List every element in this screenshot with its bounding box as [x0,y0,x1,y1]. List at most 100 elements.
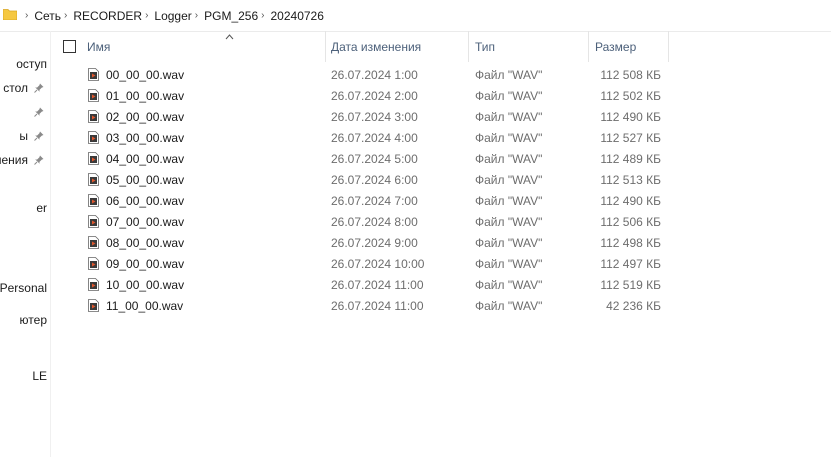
wav-file-icon [88,173,99,186]
file-row[interactable]: 01_00_00.wav 26.07.2024 2:00 Файл "WAV" 112… [51,85,831,106]
file-row[interactable]: 05_00_00.wav 26.07.2024 6:00 Файл "WAV" 112… [51,169,831,190]
file-size: 112 508 КБ [600,67,661,82]
pin-icon[interactable] [34,83,44,93]
breadcrumb-item[interactable]: › PGM_256 [192,9,258,23]
file-date: 26.07.2024 4:00 [331,130,418,145]
chevron-right-icon[interactable]: › [64,10,67,21]
select-all-checkbox[interactable] [63,40,76,53]
file-type: Файл "WAV" [475,193,543,208]
column-name[interactable]: Имя [87,31,234,62]
file-name: 02_00_00.wav [106,109,185,124]
file-row[interactable]: 00_00_00.wav 26.07.2024 1:00 Файл "WAV" 112… [51,64,831,85]
file-name: 06_00_00.wav [106,193,185,208]
breadcrumb-item[interactable]: › Logger [142,9,192,23]
nav-item[interactable]: ютер [0,311,50,331]
column-divider[interactable] [325,31,326,62]
file-row[interactable]: 03_00_00.wav 26.07.2024 4:00 Файл "WAV" 112… [51,127,831,148]
column-size-label: Размер [595,39,637,54]
file-type: Файл "WAV" [475,151,543,166]
file-name: 08_00_00.wav [106,235,185,250]
chevron-right-icon[interactable]: › [261,10,264,21]
wav-file-icon [88,194,99,207]
file-row[interactable]: 07_00_00.wav 26.07.2024 8:00 Файл "WAV" 112… [51,211,831,232]
file-type: Файл "WAV" [475,130,543,145]
nav-item[interactable] [0,103,50,123]
column-type[interactable]: Тип [475,31,495,62]
nav-item-label: стол [3,81,28,95]
nav-item[interactable]: оступ [0,55,50,75]
wav-file-icon [88,152,99,165]
wav-file-icon [88,299,99,312]
file-date: 26.07.2024 1:00 [331,67,418,82]
file-row[interactable]: 02_00_00.wav 26.07.2024 3:00 Файл "WAV" 112… [51,106,831,127]
file-date: 26.07.2024 11:00 [331,298,424,313]
wav-file-icon [88,68,99,81]
nav-item[interactable]: er [0,199,50,219]
file-date: 26.07.2024 10:00 [331,256,425,271]
breadcrumb-label: Сеть [34,8,62,23]
column-divider[interactable] [588,31,589,62]
column-type-label: Тип [475,39,496,54]
file-row[interactable]: 04_00_00.wav 26.07.2024 5:00 Файл "WAV" 112… [51,148,831,169]
file-name: 09_00_00.wav [106,256,185,271]
file-row[interactable]: 08_00_00.wav 26.07.2024 9:00 Файл "WAV" 112… [51,232,831,253]
file-size: 42 236 КБ [606,298,661,313]
breadcrumb-item[interactable]: › Сеть [22,9,61,23]
wav-file-icon [88,89,99,102]
breadcrumb-label: RECORDER [73,8,143,23]
pin-icon[interactable] [34,131,44,141]
file-row[interactable]: 11_00_00.wav 26.07.2024 11:00 Файл "WAV" 42… [51,295,831,316]
column-date[interactable]: Дата изменения [331,31,421,62]
file-date: 26.07.2024 5:00 [331,151,418,166]
chevron-right-icon[interactable]: › [25,10,28,21]
address-bar[interactable]: › Сеть › RECORDER › Logger › PGM_256 › 20240726 [0,0,831,32]
pin-icon[interactable] [34,107,44,117]
file-size: 112 490 КБ [600,193,661,208]
breadcrumb-item[interactable]: › RECORDER [61,9,142,23]
wav-file-icon [88,110,99,123]
file-date: 26.07.2024 6:00 [331,172,418,187]
file-row[interactable]: 06_00_00.wav 26.07.2024 7:00 Файл "WAV" 112… [51,190,831,211]
breadcrumb-label: 20240726 [270,8,324,23]
file-size: 112 497 КБ [600,256,661,271]
pin-icon[interactable] [34,155,44,165]
file-date: 26.07.2024 9:00 [331,235,418,250]
file-size: 112 527 КБ [600,130,661,145]
file-name: 11_00_00.wav [106,298,184,313]
file-date: 26.07.2024 11:00 [331,277,424,292]
nav-item[interactable]: ы [0,127,50,147]
nav-item[interactable]: стол [0,79,50,99]
column-size[interactable]: Размер [595,31,636,62]
nav-item[interactable]: LE [0,367,50,387]
wav-file-icon [88,215,99,228]
breadcrumb: › Сеть › RECORDER › Logger › PGM_256 › 20240726 [22,0,324,31]
column-divider[interactable] [668,31,669,62]
nav-item-label: ы [19,129,28,143]
file-type: Файл "WAV" [475,235,543,250]
nav-item-label: нения [0,153,28,167]
column-date-label: Дата изменения [331,39,422,54]
file-date: 26.07.2024 8:00 [331,214,418,229]
file-type: Файл "WAV" [475,67,543,82]
file-row[interactable]: 09_00_00.wav 26.07.2024 10:00 Файл "WAV" 11… [51,253,831,274]
file-date: 26.07.2024 2:00 [331,88,418,103]
file-row[interactable]: 10_00_00.wav 26.07.2024 11:00 Файл "WAV" 11… [51,274,831,295]
breadcrumb-label: PGM_256 [204,8,259,23]
column-divider[interactable] [468,31,469,62]
breadcrumb-item[interactable]: › 20240726 [258,9,324,23]
file-name: 04_00_00.wav [106,151,185,166]
nav-item-label: LE [32,369,47,383]
file-type: Файл "WAV" [475,172,543,187]
chevron-right-icon[interactable]: › [145,10,148,21]
file-date: 26.07.2024 3:00 [331,109,418,124]
file-size: 112 506 КБ [600,214,661,229]
nav-item[interactable]: нения [0,151,50,171]
nav-item[interactable]: Personal [0,279,50,299]
chevron-right-icon[interactable]: › [195,10,198,21]
file-type: Файл "WAV" [475,277,543,292]
sort-ascending-icon [225,34,234,40]
nav-item-label: er [36,201,47,215]
file-name: 05_00_00.wav [106,172,185,187]
nav-item-label: ютер [19,313,47,327]
file-size: 112 489 КБ [600,151,661,166]
